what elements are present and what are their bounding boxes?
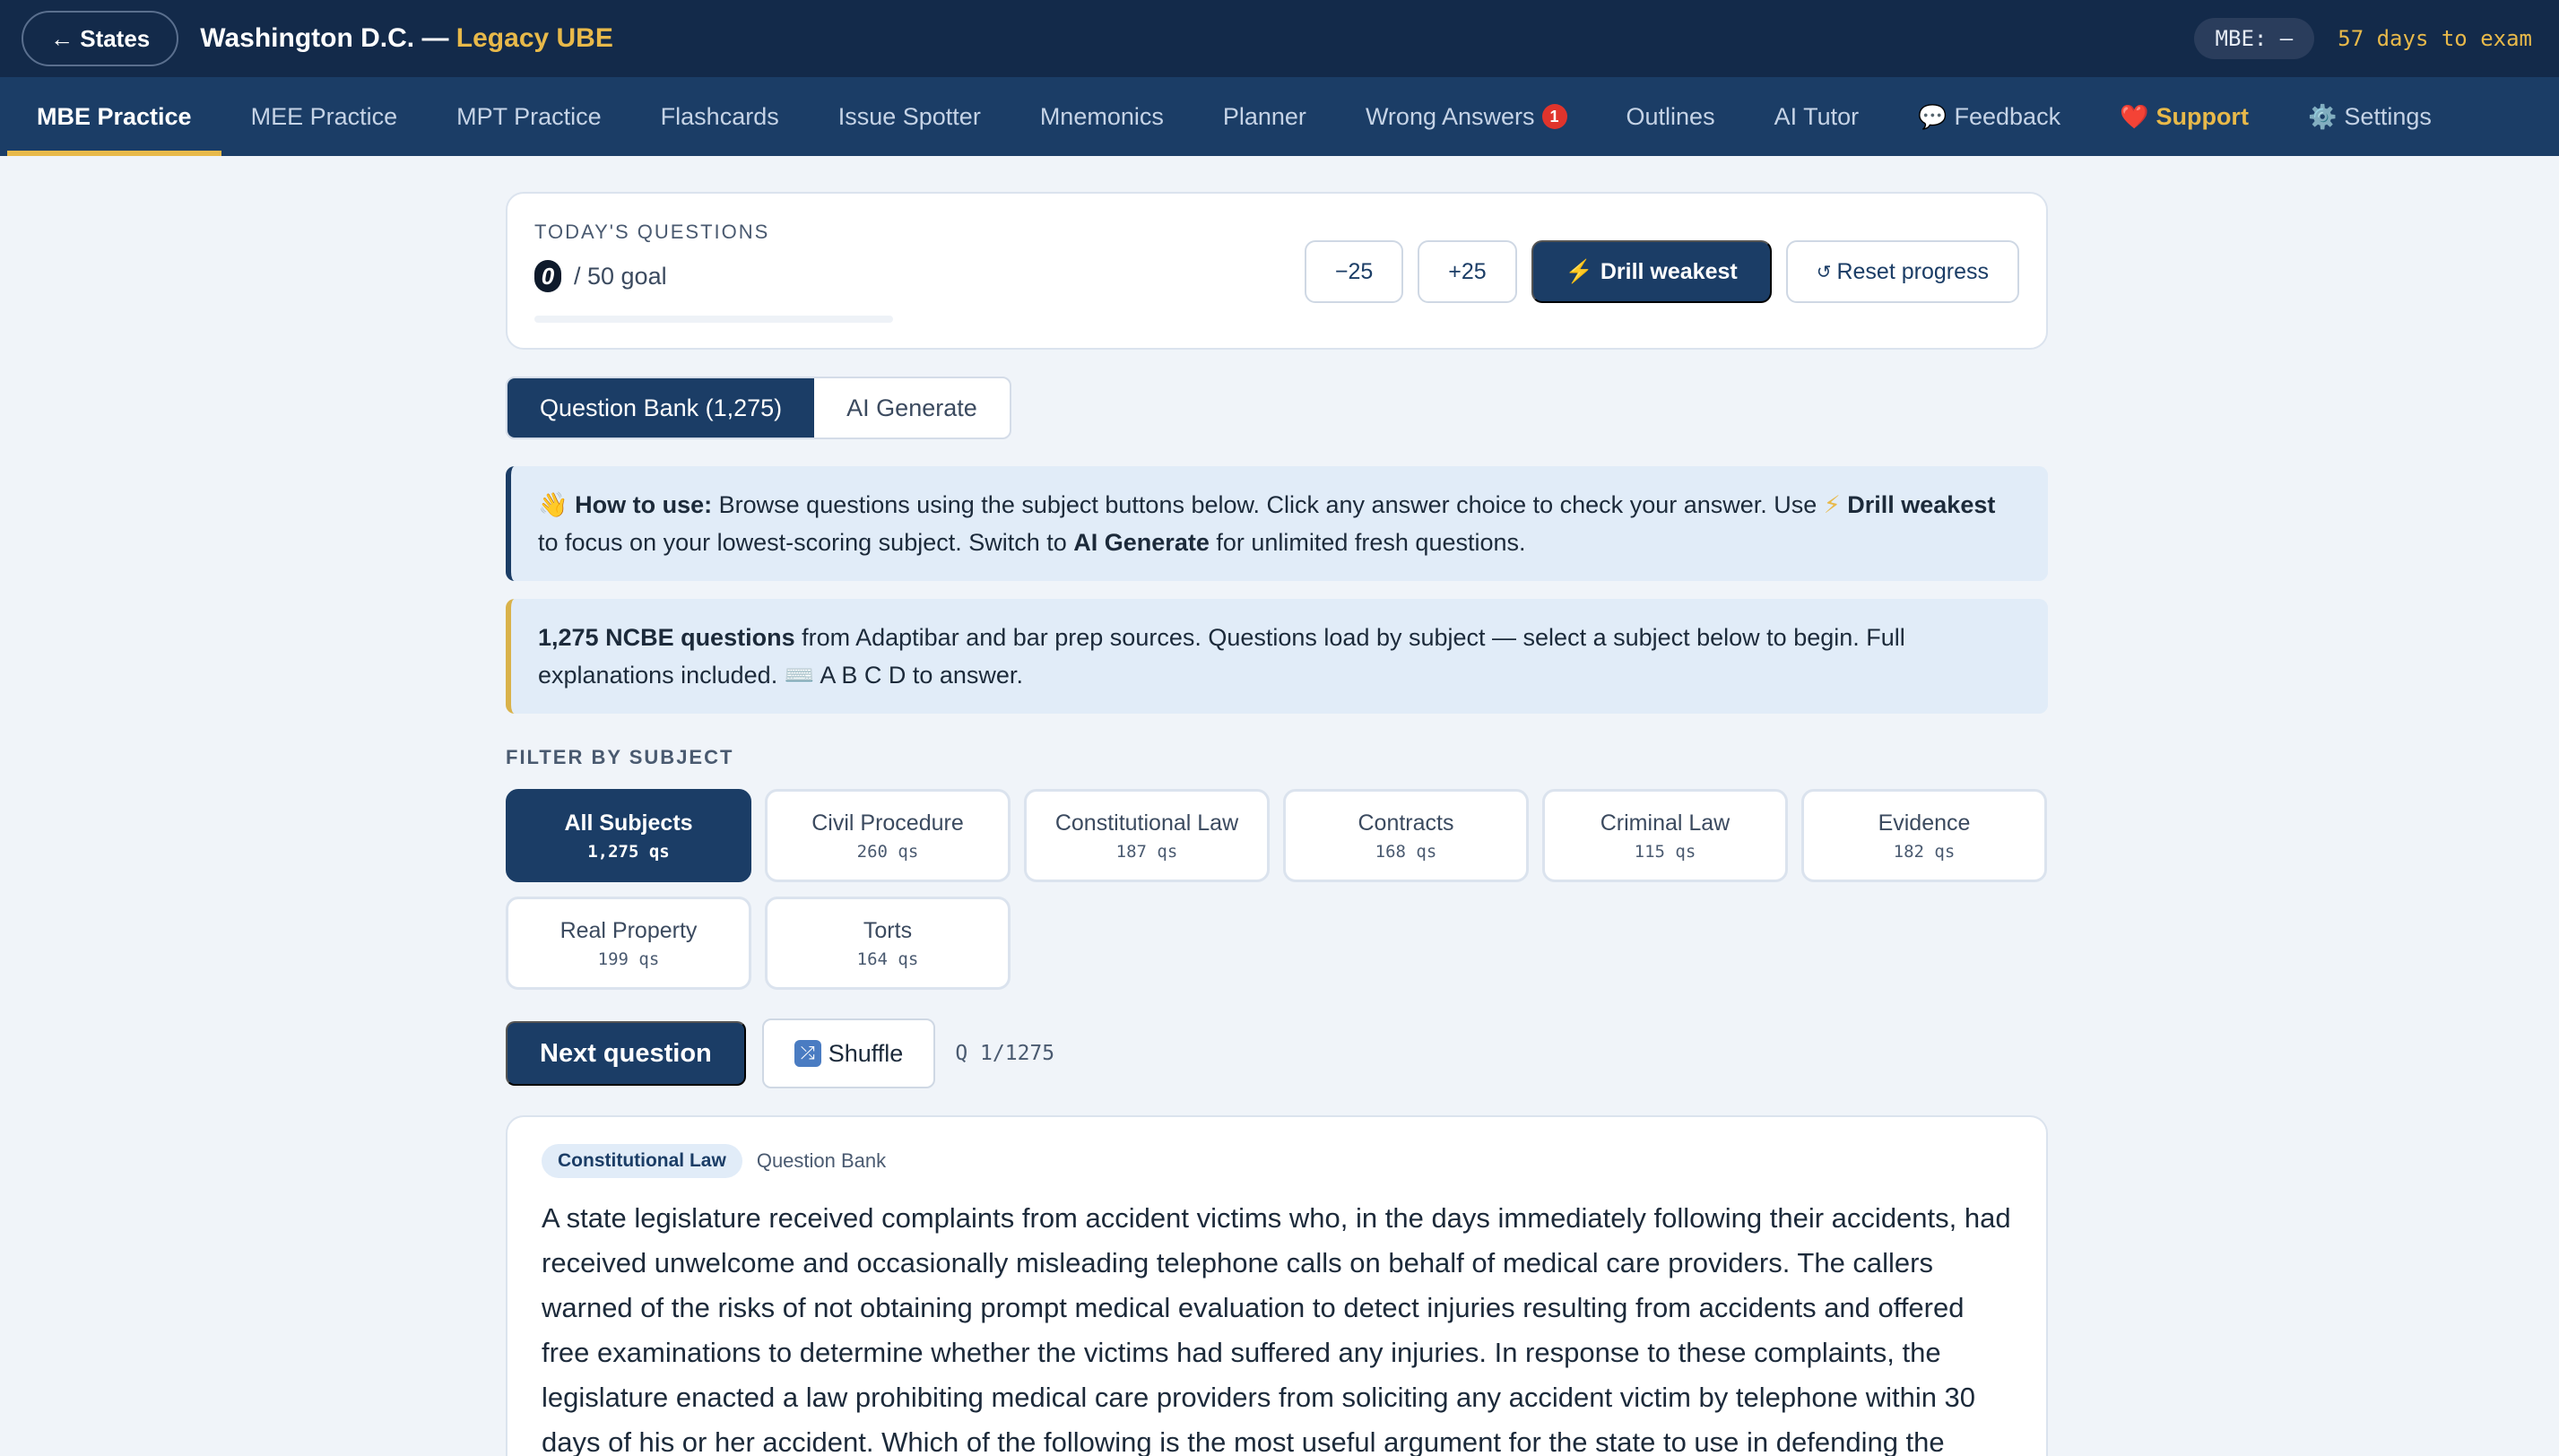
question-counter: Q 1/1275 [955, 1042, 1055, 1065]
subject-evidence[interactable]: Evidence 182 qs [1801, 789, 2047, 882]
tab-question-bank[interactable]: Question Bank (1,275) [507, 378, 815, 438]
back-to-states-button[interactable]: ← States [22, 11, 179, 66]
main-content: TODAY'S QUESTIONS 0 / 50 goal −25 +25 ⚡ D… [506, 192, 2048, 1456]
nav-tab-mbe-practice[interactable]: MBE Practice [7, 77, 221, 156]
waving-hand-icon: 👋 [538, 491, 568, 518]
question-card: Constitutional Law Question Bank A state… [506, 1115, 2048, 1456]
subject-filter-grid: All Subjects 1,275 qs Civil Procedure 260 … [506, 789, 2048, 990]
tab-ai-generate[interactable]: AI Generate [814, 378, 1010, 438]
nav-tab-issue-spotter[interactable]: Issue Spotter [809, 77, 1011, 156]
nav-tab-mpt-practice[interactable]: MPT Practice [427, 77, 631, 156]
nav-tab-mee-practice[interactable]: MEE Practice [221, 77, 428, 156]
question-meta: Constitutional Law Question Bank [542, 1144, 2012, 1178]
next-question-button[interactable]: Next question [506, 1021, 746, 1086]
question-stem: A state legislature received complaints … [542, 1202, 2011, 1456]
question-controls: Next question ⤮ Shuffle Q 1/1275 [506, 1018, 2048, 1088]
wrong-answers-count-badge: 1 [1541, 104, 1567, 129]
subject-torts[interactable]: Torts 164 qs [765, 897, 1011, 990]
todays-count: 0 [534, 260, 561, 292]
reset-progress-button[interactable]: ↺ Reset progress [1785, 240, 2019, 303]
goal-actions: −25 +25 ⚡ Drill weakest ↺ Reset progress [1304, 240, 2019, 303]
nav-tab-outlines[interactable]: Outlines [1597, 77, 1745, 156]
mbe-score-pill: MBE: — [2193, 18, 2315, 59]
subject-constitutional-law[interactable]: Constitutional Law 187 qs [1024, 789, 1270, 882]
question-source-label: Question Bank [756, 1149, 887, 1172]
subject-contracts[interactable]: Contracts 168 qs [1283, 789, 1529, 882]
subject-real-property[interactable]: Real Property 199 qs [506, 897, 751, 990]
subject-all-subjects[interactable]: All Subjects 1,275 qs [506, 789, 751, 882]
heart-icon: ❤️ [2120, 102, 2149, 130]
title-exam-type: Legacy UBE [455, 23, 613, 53]
shuffle-button[interactable]: ⤮ Shuffle [761, 1018, 936, 1088]
days-to-exam: 57 days to exam [2338, 26, 2532, 51]
reset-icon: ↺ [1816, 262, 1832, 282]
how-to-use-note: 👋 How to use: Browse questions using the… [506, 466, 2048, 581]
lightning-icon: ⚡ [1823, 491, 1841, 518]
daily-progress-bar [534, 316, 893, 323]
question-source-tabs: Question Bank (1,275) AI Generate [506, 377, 1011, 439]
gear-icon: ⚙️ [2307, 102, 2338, 130]
nav-tab-planner[interactable]: Planner [1193, 77, 1336, 156]
todays-questions-label: TODAY'S QUESTIONS [534, 221, 770, 243]
shuffle-icon: ⤮ [794, 1040, 821, 1067]
question-bank-info-note: 1,275 NCBE questions from Adaptibar and … [506, 599, 2048, 714]
todays-questions-card: TODAY'S QUESTIONS 0 / 50 goal −25 +25 ⚡ D… [506, 192, 2048, 350]
question-subject-tag: Constitutional Law [542, 1144, 742, 1178]
todays-count-row: 0 / 50 goal [534, 260, 667, 292]
filter-by-subject-label: FILTER BY SUBJECT [506, 746, 734, 768]
nav-tab-feedback[interactable]: 💬 Feedback [1888, 77, 2090, 156]
nav-tab-mnemonics[interactable]: Mnemonics [1011, 77, 1193, 156]
nav-tab-settings[interactable]: ⚙️ Settings [2278, 77, 2461, 156]
subject-criminal-law[interactable]: Criminal Law 115 qs [1542, 789, 1788, 882]
speech-bubble-icon: 💬 [1918, 102, 1947, 130]
nav-tab-wrong-answers[interactable]: Wrong Answers 1 [1336, 77, 1597, 156]
nav-tab-support[interactable]: ❤️ Support [2090, 77, 2278, 156]
page-title: Washington D.C. — Legacy UBE [200, 23, 613, 54]
nav-tab-ai-tutor[interactable]: AI Tutor [1745, 77, 1889, 156]
daily-goal: / 50 goal [574, 262, 667, 290]
drill-weakest-button[interactable]: ⚡ Drill weakest [1531, 240, 1772, 303]
nav-tab-flashcards[interactable]: Flashcards [631, 77, 809, 156]
decrease-goal-button[interactable]: −25 [1304, 240, 1404, 303]
top-bar: ← States Washington D.C. — Legacy UBE MB… [0, 0, 2559, 77]
title-state: Washington D.C. — [200, 23, 456, 53]
increase-goal-button[interactable]: +25 [1418, 240, 1517, 303]
main-nav: MBE Practice MEE Practice MPT Practice F… [0, 77, 2559, 156]
topbar-status: MBE: — 57 days to exam [2193, 0, 2532, 77]
keyboard-icon: ⌨️ [784, 662, 815, 689]
lightning-icon: ⚡ [1565, 258, 1593, 284]
subject-civil-procedure[interactable]: Civil Procedure 260 qs [765, 789, 1011, 882]
